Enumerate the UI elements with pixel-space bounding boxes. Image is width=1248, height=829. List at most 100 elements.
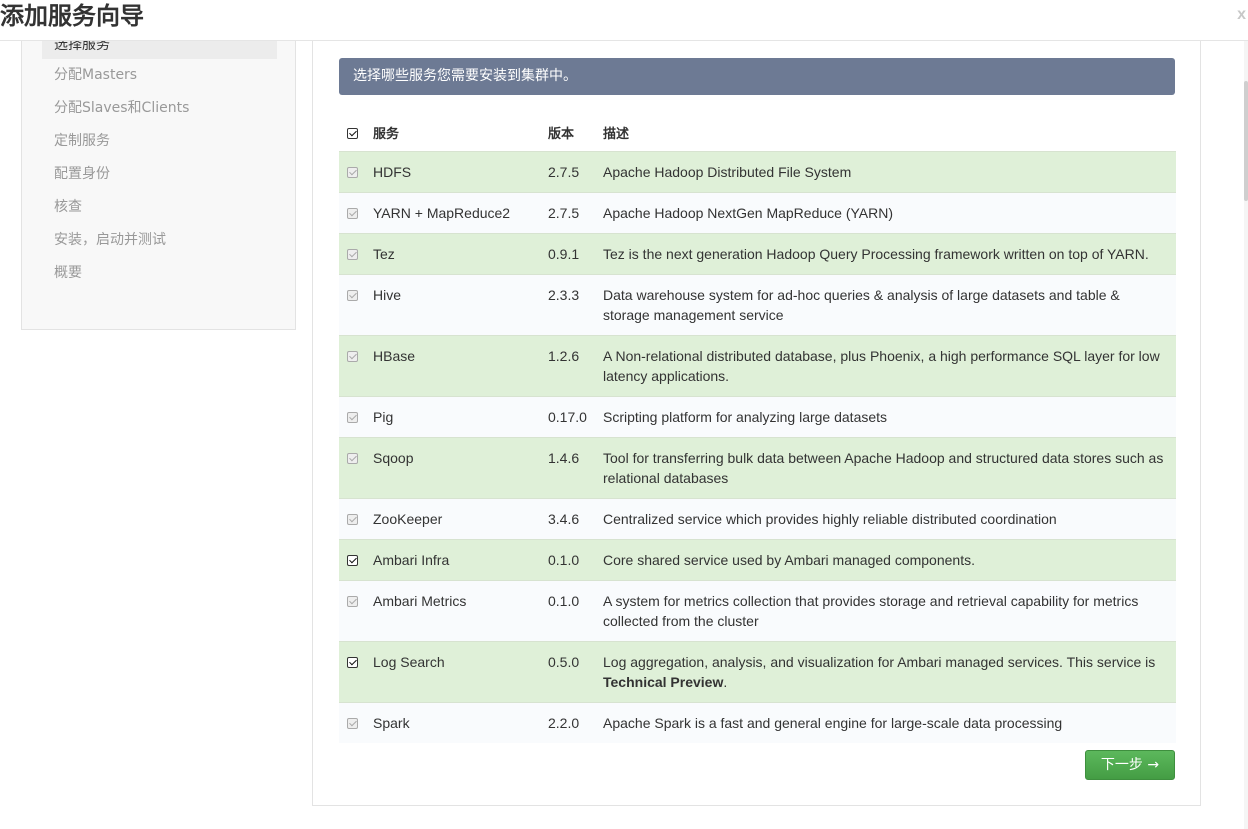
description-bold-text: Technical Preview	[603, 674, 724, 690]
service-name: Tez	[373, 233, 548, 275]
sidebar-step-item[interactable]: 核查	[42, 191, 277, 224]
service-checkbox-cell	[339, 335, 373, 397]
service-checkbox-cell	[339, 396, 373, 438]
service-row: Sqoop 1.4.6 Tool for transferring bulk dat…	[339, 437, 1176, 499]
wizard-title-bar: 添加服务向导 x	[0, 0, 1248, 41]
sidebar-step-item[interactable]: 定制服务	[42, 125, 277, 158]
sidebar-step-item[interactable]: 配置身份	[42, 158, 277, 191]
service-row: ZooKeeper 3.4.6 Centralized service which …	[339, 498, 1176, 540]
description-text: Apache Hadoop NextGen MapReduce (YARN)	[603, 205, 894, 221]
sidebar-step-item[interactable]: 分配Masters	[42, 59, 277, 92]
service-description: Apache Hadoop Distributed File System	[603, 151, 1176, 193]
description-text: Core shared service used by Ambari manag…	[603, 552, 975, 568]
service-description: Tool for transferring bulk data between …	[603, 437, 1176, 499]
header-description: 描述	[603, 126, 630, 142]
service-checkbox-cell	[339, 192, 373, 234]
table-header-row: 服务 版本 描述	[339, 113, 1176, 152]
description-text: Apache Hadoop Distributed File System	[603, 164, 852, 180]
service-name: Hive	[373, 274, 548, 336]
services-table-body: HDFS 2.7.5 Apache Hadoop Distributed File …	[339, 151, 1176, 743]
service-version: 2.2.0	[548, 702, 603, 743]
service-description: A system for metrics collection that pro…	[603, 580, 1176, 642]
wizard-steps-sidebar: 选择服务 分配Masters 分配Slaves和Clients 定制服务 配置身份 核查安…	[21, 20, 296, 330]
select-all-cell	[339, 113, 373, 152]
service-description: Core shared service used by Ambari manag…	[603, 539, 1176, 581]
sidebar-step-item[interactable]: 安装，启动并测试	[42, 224, 277, 257]
service-name: YARN + MapReduce2	[373, 192, 548, 234]
service-checkbox	[347, 167, 358, 178]
service-row: Ambari Metrics 0.1.0 A system for metrics …	[339, 580, 1176, 642]
description-text: A Non-relational distributed database, p…	[603, 348, 1160, 384]
service-row: Ambari Infra 0.1.0 Core shared service use…	[339, 539, 1176, 581]
select-all-checkbox[interactable]	[347, 127, 358, 139]
service-checkbox	[347, 514, 358, 525]
service-checkbox-cell	[339, 580, 373, 642]
service-description: Apache Hadoop NextGen MapReduce (YARN)	[603, 192, 1176, 234]
service-name: HDFS	[373, 151, 548, 193]
service-name: Ambari Metrics	[373, 580, 548, 642]
service-checkbox-cell	[339, 539, 373, 581]
main-panel: 选择哪些服务您需要安装到集群中。 服务 版本 描述 HDFS 2.7.5 Apach…	[312, 20, 1201, 806]
service-description: Apache Spark is a fast and general engin…	[603, 702, 1176, 743]
service-checkbox	[347, 208, 358, 219]
description-text: A system for metrics collection that pro…	[603, 593, 1139, 629]
description-text: Apache Spark is a fast and general engin…	[603, 715, 1063, 731]
next-button[interactable]: 下一步 →	[1085, 750, 1175, 780]
service-version: 1.4.6	[548, 437, 603, 499]
service-description: A Non-relational distributed database, p…	[603, 335, 1176, 397]
service-checkbox	[347, 453, 358, 464]
service-description: Tez is the next generation Hadoop Query …	[603, 233, 1176, 275]
service-checkbox-cell	[339, 498, 373, 540]
service-checkbox	[347, 718, 358, 729]
service-checkbox	[347, 351, 358, 362]
description-text: Centralized service which provides highl…	[603, 511, 1057, 527]
service-checkbox-cell	[339, 151, 373, 193]
service-description: Centralized service which provides highl…	[603, 498, 1176, 540]
service-row: Tez 0.9.1 Tez is the next generation Hadoo…	[339, 233, 1176, 275]
service-checkbox	[347, 596, 358, 607]
service-row: Spark 2.2.0 Apache Spark is a fast and gen…	[339, 702, 1176, 743]
service-checkbox	[347, 290, 358, 301]
sidebar-step-item[interactable]: 分配Slaves和Clients	[42, 92, 277, 125]
services-table: 服务 版本 描述 HDFS 2.7.5 Apache Hadoop Distribu…	[339, 113, 1176, 743]
service-version: 2.3.3	[548, 274, 603, 336]
service-checkbox	[347, 249, 358, 260]
service-row: HBase 1.2.6 A Non-relational distributed d…	[339, 335, 1176, 397]
service-name: Log Search	[373, 641, 548, 703]
close-icon[interactable]: x	[1237, 6, 1246, 24]
description-text: Scripting platform for analyzing large d…	[603, 409, 888, 425]
service-row: Hive 2.3.3 Data warehouse system for ad-ho…	[339, 274, 1176, 336]
service-checkbox-cell	[339, 274, 373, 336]
service-name: Pig	[373, 396, 548, 438]
service-version: 1.2.6	[548, 335, 603, 397]
service-checkbox[interactable]	[347, 555, 358, 566]
description-text: Data warehouse system for ad-hoc queries…	[603, 287, 1120, 323]
service-row: Pig 0.17.0 Scripting platform for analyzin…	[339, 396, 1176, 438]
service-checkbox	[347, 412, 358, 423]
description-text: Tool for transferring bulk data between …	[603, 450, 1164, 486]
service-version: 0.1.0	[548, 580, 603, 642]
scrollbar[interactable]	[1244, 41, 1248, 829]
service-checkbox-cell	[339, 233, 373, 275]
info-alert: 选择哪些服务您需要安装到集群中。	[339, 58, 1175, 95]
service-version: 2.7.5	[548, 151, 603, 193]
wizard-title: 添加服务向导	[0, 2, 144, 30]
service-version: 0.5.0	[548, 641, 603, 703]
service-name: Spark	[373, 702, 548, 743]
description-suffix: .	[723, 674, 728, 690]
service-name: Ambari Infra	[373, 539, 548, 581]
service-description: Log aggregation, analysis, and visualiza…	[603, 641, 1176, 703]
service-version: 0.17.0	[548, 396, 603, 438]
service-name: ZooKeeper	[373, 498, 548, 540]
service-checkbox[interactable]	[347, 657, 358, 668]
sidebar-step-item[interactable]: 概要	[42, 257, 277, 290]
service-version: 0.9.1	[548, 233, 603, 275]
scrollbar-thumb[interactable]	[1244, 81, 1248, 201]
service-description: Scripting platform for analyzing large d…	[603, 396, 1176, 438]
description-text: Log aggregation, analysis, and visualiza…	[603, 654, 1156, 670]
service-row: HDFS 2.7.5 Apache Hadoop Distributed File …	[339, 151, 1176, 193]
wizard-steps-list: 选择服务 分配Masters 分配Slaves和Clients 定制服务 配置身份 核查安…	[42, 31, 277, 290]
service-name: Sqoop	[373, 437, 548, 499]
service-description: Data warehouse system for ad-hoc queries…	[603, 274, 1176, 336]
service-checkbox-cell	[339, 702, 373, 743]
